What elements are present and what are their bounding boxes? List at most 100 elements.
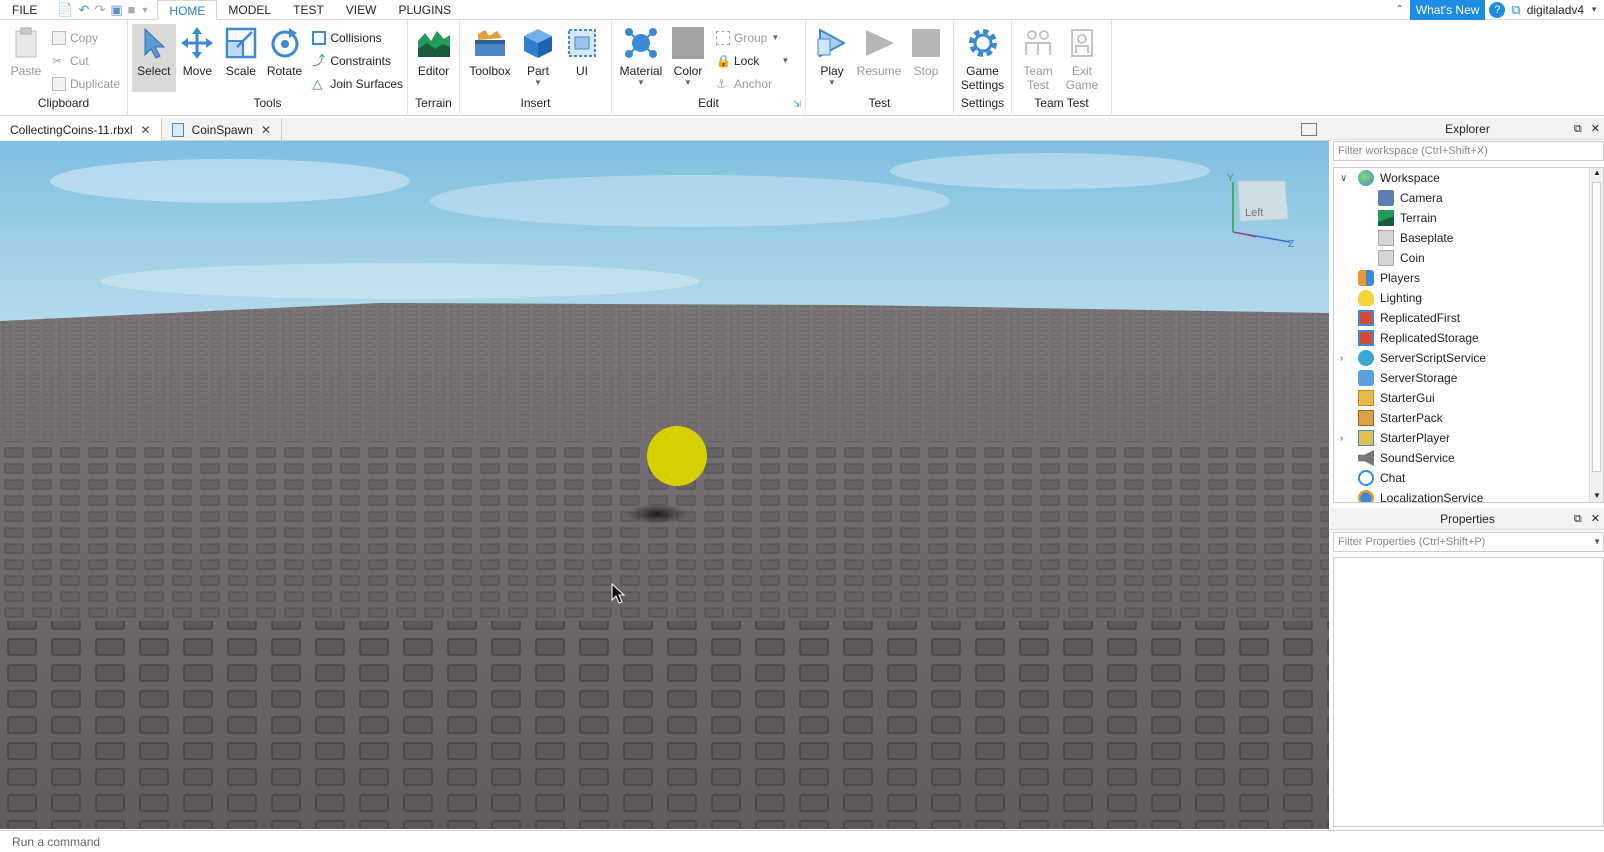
tab-test[interactable]: TEST: [282, 0, 335, 20]
3d-viewport[interactable]: Left Y Z: [0, 141, 1329, 829]
properties-filter-input[interactable]: Filter Properties (Ctrl+Shift+P) ▼: [1333, 532, 1604, 552]
close-icon[interactable]: ✕: [1591, 123, 1600, 135]
tree-item-soundservice[interactable]: SoundService: [1334, 448, 1603, 468]
tree-item-workspace[interactable]: ∨ Workspace: [1334, 168, 1603, 188]
explorer-filter-input[interactable]: Filter workspace (Ctrl+Shift+X): [1333, 141, 1604, 161]
tree-item-baseplate[interactable]: Baseplate: [1334, 228, 1603, 248]
explorer-scrollbar[interactable]: ▲ ▼: [1589, 168, 1603, 502]
publish-icon[interactable]: ▣: [110, 2, 122, 18]
duplicate-button[interactable]: Duplicate: [52, 74, 120, 93]
redo-icon[interactable]: ↷: [94, 2, 105, 18]
tree-item-camera[interactable]: Camera: [1334, 188, 1603, 208]
collisions-toggle[interactable]: Collisions: [312, 28, 403, 47]
anchor-button[interactable]: ⚓ Anchor: [716, 74, 789, 93]
gear-icon: [966, 26, 1000, 60]
exit-game-icon: [1065, 26, 1099, 60]
copy-button[interactable]: Copy: [52, 28, 120, 47]
user-menu[interactable]: digitaladv4: [1521, 3, 1590, 17]
undock-icon[interactable]: ⧉: [1574, 513, 1582, 525]
chevron-right-icon[interactable]: ›: [1340, 433, 1343, 444]
tree-item-replicatedfirst[interactable]: ReplicatedFirst: [1334, 308, 1603, 328]
tree-item-serverscriptservice[interactable]: › ServerScriptService: [1334, 348, 1603, 368]
insert-group: Toolbox Part ▼ UI Insert: [460, 20, 612, 116]
tree-item-startergui[interactable]: StarterGui: [1334, 388, 1603, 408]
whats-new-button[interactable]: What's New: [1409, 0, 1486, 20]
doc-tab-label: CoinSpawn: [191, 122, 253, 137]
close-icon[interactable]: ✕: [141, 123, 151, 137]
settings-group-label: Settings: [960, 96, 1005, 110]
group-button[interactable]: Group ▼: [716, 28, 789, 47]
scrollbar-thumb[interactable]: [1592, 182, 1601, 472]
share-icon[interactable]: ⧉: [1511, 2, 1520, 18]
scroll-up-icon[interactable]: ▲: [1593, 168, 1601, 177]
settings-group: Game Settings Settings: [954, 20, 1012, 116]
tree-item-label: Players: [1380, 271, 1421, 285]
command-input[interactable]: Run a command: [12, 835, 100, 849]
filter-dropdown-icon[interactable]: ▼: [1593, 533, 1601, 551]
tree-item-localizationservice[interactable]: LocalizationService: [1334, 488, 1603, 502]
tab-view[interactable]: VIEW: [335, 0, 388, 20]
lock-button[interactable]: 🔒 Lock ▼: [716, 51, 789, 70]
tree-item-serverstorage[interactable]: ServerStorage: [1334, 368, 1603, 388]
cut-button[interactable]: ✂ Cut: [52, 51, 120, 70]
material-dropdown-icon[interactable]: ▼: [637, 78, 645, 87]
team-test-group-label: Team Test: [1034, 96, 1089, 110]
join-surfaces-toggle[interactable]: △ Join Surfaces: [312, 74, 403, 93]
part-icon: [1378, 230, 1394, 246]
tree-item-chat[interactable]: Chat: [1334, 468, 1603, 488]
close-icon[interactable]: ✕: [1591, 513, 1600, 525]
play-dropdown-icon[interactable]: ▼: [828, 78, 836, 87]
undock-icon[interactable]: ⧉: [1574, 123, 1582, 135]
tree-item-starterplayer[interactable]: › StarterPlayer: [1334, 428, 1603, 448]
help-icon[interactable]: ?: [1489, 1, 1506, 18]
coin[interactable]: [647, 426, 707, 486]
tab-model[interactable]: MODEL: [217, 0, 282, 20]
close-icon[interactable]: ✕: [261, 123, 271, 137]
collapse-ribbon-icon[interactable]: ⌃: [1395, 4, 1403, 15]
group-dropdown-icon[interactable]: ▼: [771, 33, 779, 42]
doc-tab-script[interactable]: CoinSpawn ✕: [162, 118, 282, 141]
tree-item-replicatedstorage[interactable]: ReplicatedStorage: [1334, 328, 1603, 348]
undo-icon[interactable]: ↶: [79, 2, 90, 18]
part-icon: [1378, 250, 1394, 266]
tree-item-players[interactable]: Players: [1334, 268, 1603, 288]
part-cube-icon: [521, 26, 555, 60]
chevron-right-icon[interactable]: ›: [1340, 353, 1343, 364]
select-tool-button[interactable]: Select: [132, 24, 176, 92]
tab-home[interactable]: HOME: [157, 0, 218, 20]
lock-icon: 🔒: [716, 53, 731, 68]
stop-icon[interactable]: ■: [128, 2, 136, 17]
doc-tab-label: CollectingCoins-11.rbxl: [10, 122, 133, 137]
duplicate-icon: [52, 76, 66, 91]
tree-item-label: ReplicatedStorage: [1380, 331, 1479, 345]
restore-layout-icon[interactable]: [1301, 122, 1317, 136]
user-dropdown-icon[interactable]: ▼: [1590, 5, 1604, 14]
players-icon: [1358, 270, 1374, 286]
command-bar[interactable]: Run a command: [0, 830, 1604, 852]
coin-shadow: [627, 504, 687, 524]
terrain-group-label: Terrain: [415, 96, 452, 110]
file-menu[interactable]: FILE: [0, 0, 49, 20]
server-storage-icon: [1358, 370, 1374, 386]
tree-item-starterpack[interactable]: StarterPack: [1334, 408, 1603, 428]
constraints-toggle[interactable]: ⤴ Constraints: [312, 51, 403, 70]
scroll-down-icon[interactable]: ▼: [1593, 491, 1601, 500]
group-icon: [716, 30, 730, 45]
tree-item-lighting[interactable]: Lighting: [1334, 288, 1603, 308]
color-dropdown-icon[interactable]: ▼: [684, 78, 692, 87]
customize-dropdown-icon[interactable]: ▼: [141, 5, 150, 15]
tree-item-coin[interactable]: Coin: [1334, 248, 1603, 268]
part-dropdown-icon[interactable]: ▼: [534, 78, 542, 87]
replicated-storage-icon: [1358, 330, 1374, 346]
resume-icon: [862, 26, 896, 60]
axis-z-label: Z: [1288, 239, 1294, 250]
tree-item-terrain[interactable]: Terrain: [1334, 208, 1603, 228]
chevron-down-icon[interactable]: ∨: [1340, 173, 1347, 184]
tree-item-label: ServerStorage: [1380, 371, 1458, 385]
lock-dropdown-icon[interactable]: ▼: [781, 56, 789, 65]
new-file-icon[interactable]: 📄: [57, 2, 73, 18]
doc-tab-place[interactable]: CollectingCoins-11.rbxl ✕: [0, 118, 162, 141]
tab-plugins[interactable]: PLUGINS: [387, 0, 462, 20]
properties-title: Properties: [1440, 512, 1495, 526]
move-arrows-icon: [180, 26, 214, 60]
